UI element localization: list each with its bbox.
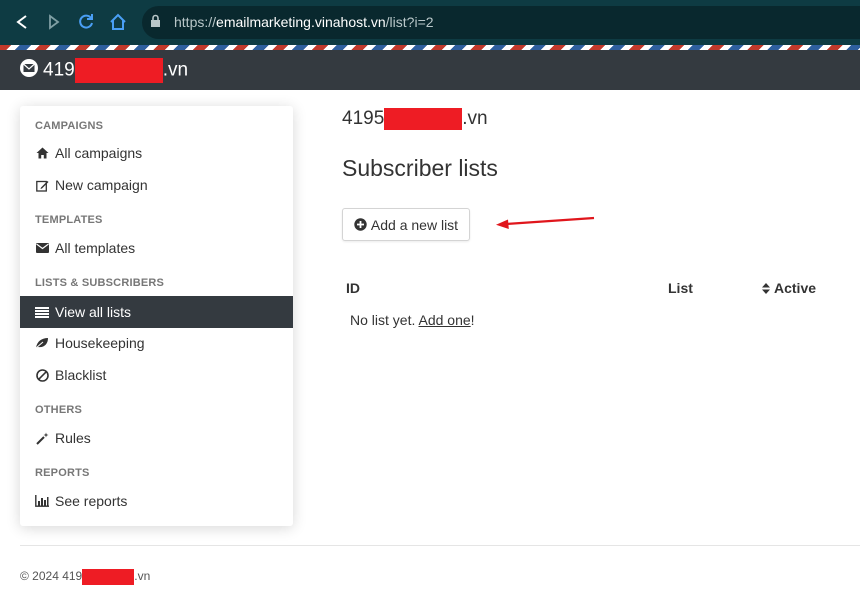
section-label-reports: REPORTS	[35, 467, 90, 479]
column-header-active-label: Active	[774, 280, 817, 296]
add-new-list-button[interactable]: Add a new list	[342, 208, 470, 241]
ban-icon	[35, 368, 49, 382]
sidebar-item-all-campaigns[interactable]: All campaigns	[20, 137, 293, 169]
sidebar-item-label: Blacklist	[55, 367, 107, 383]
app-header: 419 .vn	[0, 50, 860, 90]
empty-text-end: !	[470, 312, 475, 328]
column-header-active[interactable]: Active	[762, 280, 816, 296]
column-header-list[interactable]: List	[668, 280, 693, 296]
empty-text: No list yet.	[350, 312, 416, 328]
redaction-block	[82, 569, 135, 585]
list-icon	[35, 305, 49, 319]
sidebar-item-rules[interactable]: Rules	[20, 422, 293, 454]
sidebar-item-label: All templates	[55, 240, 136, 256]
add-new-list-label: Add a new list	[370, 216, 459, 233]
section-label-campaigns: CAMPAIGNS	[35, 120, 104, 132]
section-label-lists: LISTS & SUBSCRIBERS	[35, 277, 165, 289]
brand-link[interactable]: 419 .vn	[43, 58, 188, 83]
footer-divider	[20, 545, 860, 546]
home-icon	[35, 146, 49, 160]
browser-toolbar: https://emailmarketing.vinahost.vn/list?…	[0, 0, 860, 45]
back-arrow-icon[interactable]	[12, 12, 32, 32]
home-icon[interactable]	[108, 12, 128, 32]
sidebar-item-all-templates[interactable]: All templates	[20, 232, 293, 264]
add-one-link[interactable]: Add one	[418, 312, 470, 328]
column-header-id[interactable]: ID	[346, 280, 360, 296]
annotation-arrow	[496, 216, 595, 229]
envelope-logo-icon[interactable]	[20, 59, 38, 77]
footer: © 2024 419 .vn	[20, 569, 151, 585]
sidebar-item-view-all-lists[interactable]: View all lists	[20, 296, 293, 328]
sidebar-item-see-reports[interactable]: See reports	[20, 485, 293, 517]
sidebar-item-label: Rules	[55, 430, 91, 446]
page-title: Subscriber lists	[342, 155, 498, 181]
reload-icon[interactable]	[76, 12, 96, 32]
lock-icon	[150, 14, 161, 33]
sidebar-item-label: New campaign	[55, 177, 148, 193]
section-label-others: OTHERS	[35, 404, 83, 416]
site-title: 4195 .vn	[342, 108, 488, 130]
magic-wand-icon	[35, 431, 49, 445]
empty-list-message: No list yet. Add one!	[350, 312, 475, 328]
edit-icon	[35, 178, 49, 192]
redaction-block	[74, 58, 163, 83]
sidebar-item-blacklist[interactable]: Blacklist	[20, 359, 293, 391]
address-bar-url[interactable]: https://emailmarketing.vinahost.vn/list?…	[174, 14, 434, 30]
envelope-icon	[35, 241, 49, 255]
sidebar-item-label: Housekeeping	[55, 335, 145, 351]
sidebar-item-label: See reports	[55, 493, 128, 509]
sidebar-item-label: View all lists	[55, 304, 131, 320]
forward-arrow-icon[interactable]	[44, 12, 64, 32]
redaction-block	[384, 108, 463, 130]
section-label-templates: TEMPLATES	[35, 214, 103, 226]
sidebar-item-new-campaign[interactable]: New campaign	[20, 169, 293, 201]
sidebar-item-label: All campaigns	[55, 145, 143, 161]
leaf-icon	[35, 336, 49, 350]
sidebar-item-housekeeping[interactable]: Housekeeping	[20, 327, 293, 359]
sort-icon	[762, 282, 770, 294]
sidebar: CAMPAIGNS All campaigns New campaign TEM…	[20, 106, 293, 526]
plus-circle-icon	[354, 218, 367, 231]
bar-chart-icon	[35, 494, 49, 508]
